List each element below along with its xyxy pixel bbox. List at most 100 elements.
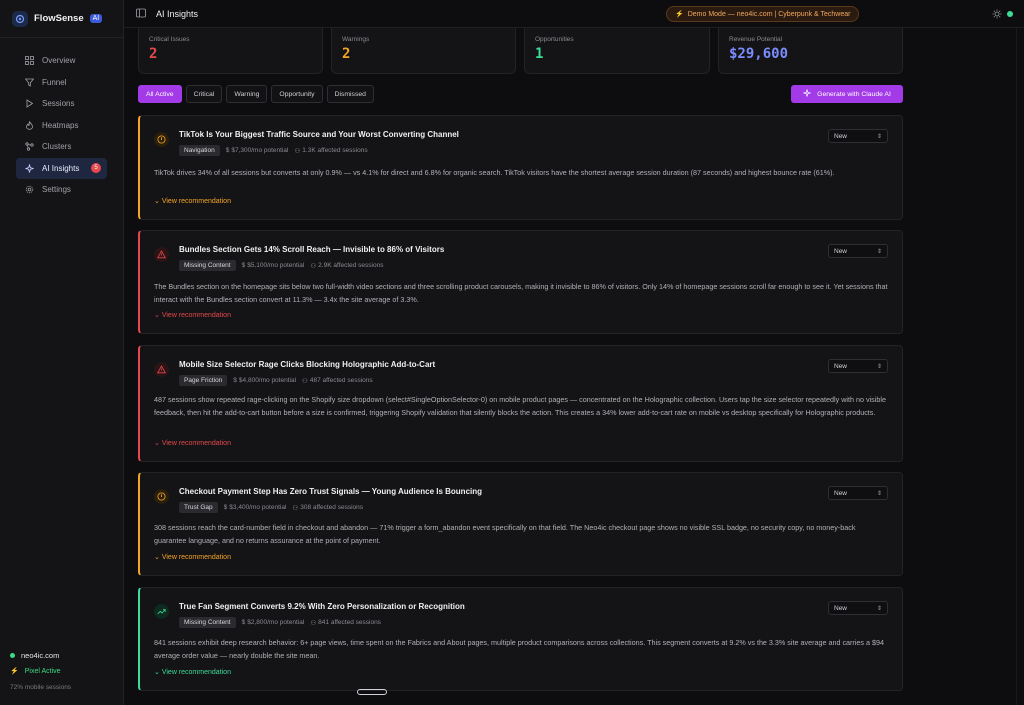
- lightning-icon: ⚡: [675, 11, 684, 18]
- insight-meta: Navigation $ $7,300/mo potential ⚇ 1.3K af…: [179, 145, 368, 156]
- sidebar-item-label: Overview: [42, 56, 76, 66]
- stat-opportunities: Opportunities 1: [524, 28, 710, 74]
- potential-value: $7,300/mo potential: [231, 147, 289, 154]
- brand-name: FlowSense: [34, 13, 84, 24]
- sidebar-nav: Overview Funnel Sessions Heatmaps Cluste…: [0, 38, 123, 201]
- stat-warnings: Warnings 2: [331, 28, 516, 74]
- stat-value: 2: [149, 46, 158, 62]
- chevron-updown-icon: ⇕: [876, 364, 882, 370]
- filter-critical[interactable]: Critical: [185, 85, 223, 103]
- chevron-updown-icon: ⇕: [876, 491, 882, 497]
- dollar-icon: $: [225, 147, 230, 154]
- affected-sessions: 487 affected sessions: [309, 377, 373, 384]
- affected-sessions: 1.3K affected sessions: [302, 147, 368, 154]
- alert-triangle-icon: [154, 362, 169, 377]
- sidebar-item-overview[interactable]: Overview: [16, 50, 107, 72]
- live-status-dot: [1007, 11, 1013, 17]
- filter-all-active[interactable]: All Active: [138, 85, 182, 103]
- insight-card: Checkout Payment Step Has Zero Trust Sig…: [138, 472, 903, 576]
- stat-value: 1: [535, 46, 544, 62]
- status-select[interactable]: New ⇕: [828, 601, 888, 615]
- brand-logo-icon: [12, 10, 28, 27]
- status-value: New: [834, 132, 848, 140]
- sidebar-item-label: Clusters: [42, 142, 72, 152]
- chevron-updown-icon: ⇕: [876, 606, 882, 612]
- sidebar-item-label: Sessions: [42, 99, 75, 109]
- affected-sessions: 841 affected sessions: [318, 619, 381, 626]
- view-recommendation-link[interactable]: ⌄ View recommendation: [154, 553, 231, 561]
- stat-label: Warnings: [342, 36, 370, 43]
- chevron-updown-icon: ⇕: [876, 249, 882, 255]
- sidebar-item-sessions[interactable]: Sessions: [16, 93, 107, 115]
- insight-card: Mobile Size Selector Rage Clicks Blockin…: [138, 345, 903, 462]
- stat-critical: Critical Issues 2: [138, 28, 323, 74]
- view-recommendation-link[interactable]: ⌄ View recommendation: [154, 197, 231, 205]
- status-value: New: [834, 489, 848, 497]
- stat-label: Revenue Potential: [729, 36, 783, 43]
- stat-value: 2: [342, 46, 351, 62]
- dollar-icon: $: [241, 262, 246, 269]
- view-recommendation-link[interactable]: ⌄ View recommendation: [154, 311, 231, 319]
- users-icon: ⚇: [310, 262, 317, 270]
- view-recommendation-link[interactable]: ⌄ View recommendation: [154, 439, 231, 447]
- trending-up-icon: [154, 604, 169, 619]
- demo-mode-badge[interactable]: ⚡ Demo Mode — neo4ic.com | Cyberpunk & T…: [666, 6, 860, 22]
- filter-warning[interactable]: Warning: [226, 85, 268, 103]
- status-value: New: [834, 604, 848, 612]
- insight-meta: Page Friction $ $4,800/mo potential ⚇ 487 …: [179, 375, 373, 386]
- view-recommendation-label: View recommendation: [161, 669, 231, 676]
- sun-icon[interactable]: [992, 9, 1002, 19]
- chevron-down-icon: ⌄: [154, 198, 160, 205]
- view-recommendation-label: View recommendation: [161, 554, 231, 561]
- status-select[interactable]: New ⇕: [828, 486, 888, 500]
- sidebar-item-funnel[interactable]: Funnel: [16, 72, 107, 94]
- view-recommendation-link[interactable]: ⌄ View recommendation: [154, 668, 231, 676]
- filter-opportunity[interactable]: Opportunity: [271, 85, 323, 103]
- mobile-share: 72% mobile sessions: [10, 683, 72, 691]
- site-online-dot: [10, 652, 15, 658]
- insight-title: Bundles Section Gets 14% Scroll Reach — …: [179, 245, 445, 254]
- demo-mode-label: Demo Mode — neo4ic.com | Cyberpunk & Tec…: [687, 10, 851, 18]
- page-title: AI Insights: [156, 8, 199, 19]
- users-icon: ⚇: [292, 504, 299, 512]
- insights-count-badge: 5: [91, 163, 101, 174]
- scrollbar-track[interactable]: [1016, 28, 1017, 705]
- chevron-updown-icon: ⇕: [876, 134, 882, 140]
- affected-sessions: 308 affected sessions: [300, 504, 363, 511]
- insight-category-tag: Trust Gap: [179, 502, 218, 513]
- insight-card: TikTok Is Your Biggest Traffic Source an…: [138, 115, 903, 220]
- status-value: New: [834, 362, 848, 370]
- sidebar-item-ai-insights[interactable]: AI Insights 5: [16, 157, 107, 179]
- brand-badge: AI: [89, 14, 103, 23]
- stat-value: $29,600: [729, 46, 789, 62]
- dollar-icon: $: [233, 377, 237, 384]
- users-icon: ⚇: [294, 147, 301, 155]
- status-select[interactable]: New ⇕: [828, 129, 888, 143]
- status-select[interactable]: New ⇕: [828, 244, 888, 258]
- pixel-status: Pixel Active: [24, 667, 61, 675]
- status-select[interactable]: New ⇕: [828, 359, 888, 373]
- filter-dismissed[interactable]: Dismissed: [326, 85, 374, 103]
- sidebar-toggle-icon[interactable]: [136, 8, 146, 20]
- sidebar-item-label: Heatmaps: [42, 120, 79, 130]
- brand[interactable]: FlowSense AI: [0, 0, 123, 38]
- chevron-down-icon: ⌄: [154, 440, 160, 447]
- insight-description: TikTok drives 34% of all sessions but co…: [154, 168, 835, 177]
- affected-sessions: 2.9K affected sessions: [318, 262, 384, 269]
- sidebar: FlowSense AI Overview Funnel Sessions He…: [0, 0, 124, 705]
- insight-description: 841 sessions exhibit deep research behav…: [154, 638, 885, 660]
- sidebar-item-clusters[interactable]: Clusters: [16, 136, 107, 158]
- sidebar-item-heatmaps[interactable]: Heatmaps: [16, 115, 107, 137]
- generate-with-claude-button[interactable]: Generate with Claude AI: [791, 85, 903, 103]
- view-recommendation-label: View recommendation: [161, 440, 231, 447]
- warning-circle-icon: [154, 489, 169, 504]
- warning-circle-icon: [154, 132, 169, 147]
- play-icon: [24, 99, 34, 109]
- dollar-icon: $: [241, 619, 246, 626]
- view-recommendation-label: View recommendation: [161, 198, 231, 205]
- sidebar-item-settings[interactable]: Settings: [16, 179, 107, 201]
- funnel-icon: [24, 77, 34, 87]
- scroll-indicator[interactable]: [357, 689, 387, 695]
- top-header: AI Insights: [124, 0, 1024, 28]
- insight-title: Checkout Payment Step Has Zero Trust Sig…: [179, 487, 483, 496]
